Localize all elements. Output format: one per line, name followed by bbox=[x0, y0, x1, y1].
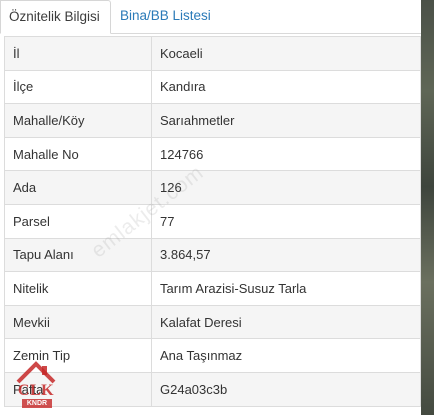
table-row: Mevkii Kalafat Deresi bbox=[4, 304, 421, 340]
row-key-zemin-tip: Zemin Tip bbox=[4, 338, 152, 373]
table-row: Nitelik Tarım Arazisi-Susuz Tarla bbox=[4, 271, 421, 306]
row-key-mevkii: Mevkii bbox=[4, 304, 152, 340]
row-value-mahalle-no: 124766 bbox=[151, 136, 421, 172]
row-key-il: İl bbox=[4, 36, 152, 71]
row-value-parsel: 77 bbox=[151, 203, 421, 239]
table-row: Ada 126 bbox=[4, 170, 421, 205]
row-value-nitelik: Tarım Arazisi-Susuz Tarla bbox=[151, 271, 421, 306]
table-row: Tapu Alanı 3.864,57 bbox=[4, 237, 421, 273]
row-value-ada: 126 bbox=[151, 170, 421, 205]
row-value-pafta: G24a03c3b bbox=[151, 371, 421, 407]
row-key-mahalle-koy: Mahalle/Köy bbox=[4, 103, 152, 138]
tab-oznitelik-bilgisi[interactable]: Öznitelik Bilgisi bbox=[0, 0, 111, 34]
table-row: Pafta G24a03c3b bbox=[4, 371, 421, 407]
tab-bina-bb-listesi[interactable]: Bina/BB Listesi bbox=[112, 0, 222, 33]
table-row: Mahalle No 124766 bbox=[4, 136, 421, 172]
attribute-table-container: İl Kocaeli İlçe Kandıra Mahalle/Köy Sarı… bbox=[4, 36, 421, 415]
row-key-parsel: Parsel bbox=[4, 203, 152, 239]
attribute-table: İl Kocaeli İlçe Kandıra Mahalle/Köy Sarı… bbox=[4, 36, 421, 407]
table-row: Zemin Tip Ana Taşınmaz bbox=[4, 338, 421, 373]
map-background-strip bbox=[421, 0, 434, 415]
table-row: İlçe Kandıra bbox=[4, 69, 421, 105]
row-value-zemin-tip: Ana Taşınmaz bbox=[151, 338, 421, 373]
row-key-ilce: İlçe bbox=[4, 69, 152, 105]
row-key-tapu-alani: Tapu Alanı bbox=[4, 237, 152, 273]
table-row: Mahalle/Köy Sarıahmetler bbox=[4, 103, 421, 138]
row-key-ada: Ada bbox=[4, 170, 152, 205]
row-value-il: Kocaeli bbox=[151, 36, 421, 71]
tab-bar: Öznitelik Bilgisi Bina/BB Listesi bbox=[0, 0, 421, 34]
table-row: İl Kocaeli bbox=[4, 36, 421, 71]
row-value-ilce: Kandıra bbox=[151, 69, 421, 105]
row-value-mevkii: Kalafat Deresi bbox=[151, 304, 421, 340]
attribute-panel: Öznitelik Bilgisi Bina/BB Listesi İl Koc… bbox=[0, 0, 434, 415]
row-value-tapu-alani: 3.864,57 bbox=[151, 237, 421, 273]
table-row: Parsel 77 bbox=[4, 203, 421, 239]
row-value-mahalle-koy: Sarıahmetler bbox=[151, 103, 421, 138]
row-key-nitelik: Nitelik bbox=[4, 271, 152, 306]
row-key-pafta: Pafta bbox=[4, 371, 152, 407]
row-key-mahalle-no: Mahalle No bbox=[4, 136, 152, 172]
